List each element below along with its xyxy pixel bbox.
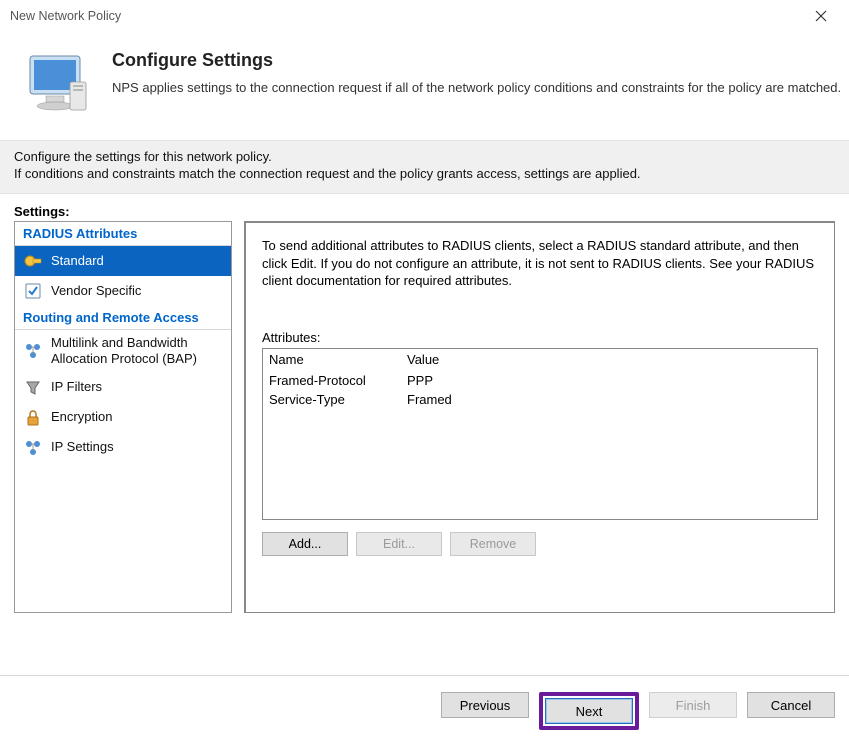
encryption-icon [23, 408, 43, 428]
nav-item-ip-settings[interactable]: IP Settings [15, 433, 231, 463]
intro-line1: Configure the settings for this network … [14, 149, 835, 164]
intro-band: Configure the settings for this network … [0, 140, 849, 194]
close-icon [815, 10, 827, 22]
nav-label-encryption: Encryption [51, 409, 223, 425]
remove-button[interactable]: Remove [450, 532, 536, 556]
bap-icon [23, 341, 43, 361]
detail-description: To send additional attributes to RADIUS … [262, 237, 818, 290]
next-button[interactable]: Next [545, 698, 633, 724]
nav-item-vendor-specific[interactable]: Vendor Specific [15, 276, 231, 306]
cell-value: Framed [403, 392, 817, 407]
edit-button[interactable]: Edit... [356, 532, 442, 556]
nav-item-ip-filters[interactable]: IP Filters [15, 373, 231, 403]
nav-label-vendor-specific: Vendor Specific [51, 283, 223, 299]
nav-label-bap: Multilink and Bandwidth Allocation Proto… [51, 335, 223, 368]
category-routing-remote: Routing and Remote Access [15, 306, 231, 330]
page-subtitle: NPS applies settings to the connection r… [112, 79, 849, 97]
category-radius-attributes: RADIUS Attributes [15, 222, 231, 246]
previous-button[interactable]: Previous [441, 692, 529, 718]
settings-label: Settings: [14, 204, 835, 219]
nav-item-bap[interactable]: Multilink and Bandwidth Allocation Proto… [15, 330, 231, 373]
cell-name: Framed-Protocol [263, 373, 403, 388]
add-button[interactable]: Add... [262, 532, 348, 556]
nav-item-standard[interactable]: Standard [15, 246, 231, 276]
intro-line2: If conditions and constraints match the … [14, 166, 835, 181]
attributes-label: Attributes: [262, 330, 818, 345]
nav-label-standard: Standard [51, 253, 223, 269]
next-highlight: Next [539, 692, 639, 730]
nav-label-ip-filters: IP Filters [51, 379, 223, 395]
page-title: Configure Settings [112, 50, 849, 71]
wizard-footer: Previous Next Finish Cancel [0, 675, 849, 750]
nav-item-encryption[interactable]: Encryption [15, 403, 231, 433]
window-title: New Network Policy [10, 9, 801, 23]
ip-settings-icon [23, 438, 43, 458]
col-value: Value [403, 352, 817, 367]
table-row[interactable]: Framed-Protocol PPP [263, 371, 817, 390]
cell-name: Service-Type [263, 392, 403, 407]
table-header: Name Value [263, 349, 817, 371]
standard-icon [23, 251, 43, 271]
ip-filters-icon [23, 378, 43, 398]
cancel-button[interactable]: Cancel [747, 692, 835, 718]
attributes-table[interactable]: Name Value Framed-Protocol PPP Service-T… [262, 348, 818, 520]
table-row[interactable]: Service-Type Framed [263, 390, 817, 409]
titlebar: New Network Policy [0, 0, 849, 32]
vendor-specific-icon [23, 281, 43, 301]
finish-button[interactable]: Finish [649, 692, 737, 718]
close-button[interactable] [801, 2, 841, 30]
monitor-icon [24, 50, 94, 120]
col-name: Name [263, 352, 403, 367]
settings-tree: RADIUS Attributes Standard Vendor Specif… [14, 221, 232, 613]
header: Configure Settings NPS applies settings … [0, 32, 849, 140]
detail-panel: To send additional attributes to RADIUS … [244, 221, 835, 613]
nav-label-ip-settings: IP Settings [51, 439, 223, 455]
cell-value: PPP [403, 373, 817, 388]
